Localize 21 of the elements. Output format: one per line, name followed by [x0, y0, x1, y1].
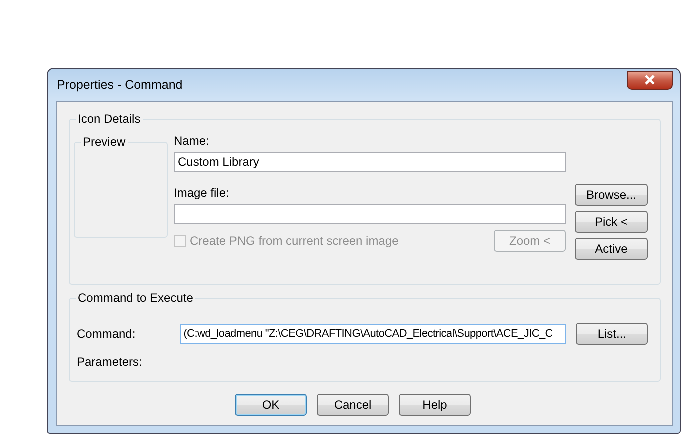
dialog-button[interactable]: Browse...: [575, 184, 648, 206]
group-title: Preview: [81, 135, 128, 149]
field-label: Parameters:: [77, 355, 142, 369]
field-label: Image file:: [174, 186, 230, 200]
field-label: Name:: [174, 134, 210, 148]
group-title: Icon Details: [76, 112, 143, 126]
field-label: Command:: [77, 327, 136, 341]
dialog-button[interactable]: Pick <: [575, 211, 648, 233]
command-field[interactable]: (C:wd_loadmenu "Z:\CEG\DRAFTING\AutoCAD_Electrical\Support\ACE_JIC_C: [180, 324, 566, 344]
input-field[interactable]: [174, 204, 566, 224]
list-button[interactable]: List...: [576, 323, 648, 345]
close-button[interactable]: [627, 70, 673, 90]
window-title: Properties - Command: [56, 78, 183, 92]
group-title: Command to Execute: [76, 291, 196, 305]
close-icon: [644, 75, 656, 85]
dialog-button[interactable]: OK: [235, 394, 307, 416]
dialog-button[interactable]: Cancel: [317, 394, 389, 416]
dialog-button[interactable]: Active: [575, 238, 648, 260]
checkbox-label: Create PNG from current screen image: [190, 234, 399, 248]
input-field[interactable]: Custom Library: [174, 152, 566, 172]
dialog-button[interactable]: Help: [399, 394, 471, 416]
